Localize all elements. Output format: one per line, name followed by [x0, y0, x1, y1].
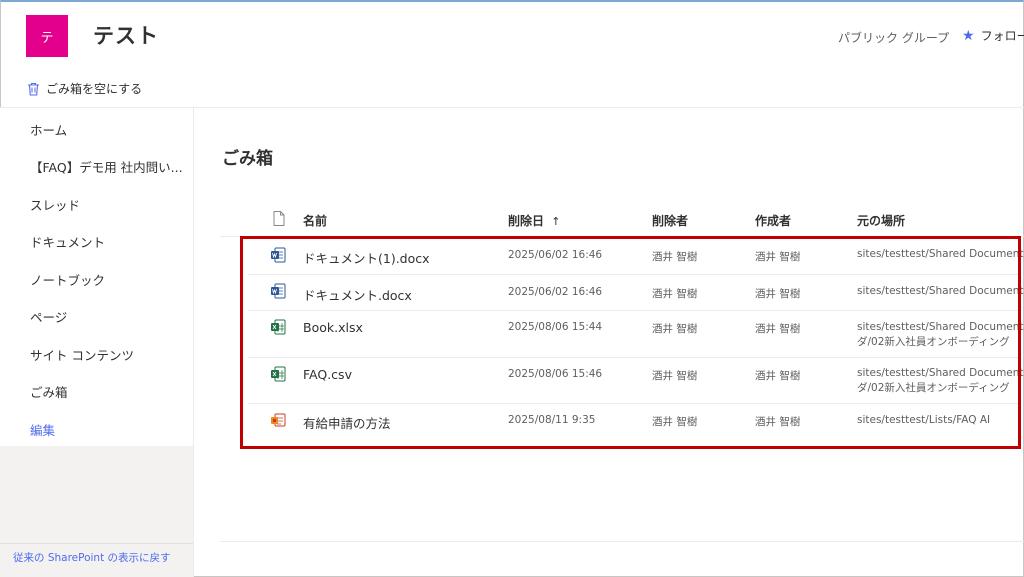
column-header-deleted-date[interactable]: 削除日 ↑: [508, 212, 560, 229]
nav-item-notebook[interactable]: ノートブック: [30, 270, 105, 289]
file-type-icon[interactable]: [273, 211, 285, 226]
list-bottom-divider: [220, 541, 1024, 542]
nav-item-faq-list[interactable]: 【FAQ】デモ用 社内問い...: [30, 157, 183, 176]
follow-button[interactable]: ★ フォロー: [962, 27, 1024, 44]
nav-item-recycle-bin[interactable]: ごみ箱: [30, 382, 68, 401]
column-header-created-by[interactable]: 作成者: [755, 212, 791, 229]
classic-link-divider: [0, 543, 193, 544]
nav-item-pages[interactable]: ページ: [30, 307, 67, 326]
site-title[interactable]: テスト: [93, 20, 159, 50]
nav-item-site-contents[interactable]: サイト コンテンツ: [30, 345, 134, 364]
highlight-box: [240, 236, 1021, 449]
site-logo[interactable]: テ: [26, 15, 68, 57]
column-header-name[interactable]: 名前: [303, 212, 327, 229]
site-logo-letter: テ: [40, 30, 54, 46]
nav-item-documents[interactable]: ドキュメント: [30, 232, 105, 251]
group-type-label: パブリック グループ: [838, 31, 950, 45]
follow-label: フォロー: [980, 29, 1024, 43]
column-header-deleted-by[interactable]: 削除者: [652, 212, 688, 229]
nav-edit-link[interactable]: 編集: [30, 420, 55, 439]
nav-item-home[interactable]: ホーム: [30, 120, 67, 139]
star-icon: ★: [962, 27, 975, 44]
column-header-original-location[interactable]: 元の場所: [857, 212, 905, 229]
left-navigation: [0, 108, 194, 577]
deleted-date-label: 削除日: [508, 214, 545, 228]
sort-ascending-icon: ↑: [551, 215, 561, 228]
return-to-classic-link[interactable]: 従来の SharePoint の表示に戻す: [13, 550, 171, 565]
page-title: ごみ箱: [222, 149, 273, 169]
empty-recycle-bin-label: ごみ箱を空にする: [46, 82, 143, 96]
trash-icon: [28, 82, 39, 96]
nav-item-threads[interactable]: スレッド: [30, 195, 80, 214]
empty-recycle-bin-button[interactable]: ごみ箱を空にする: [27, 80, 142, 97]
